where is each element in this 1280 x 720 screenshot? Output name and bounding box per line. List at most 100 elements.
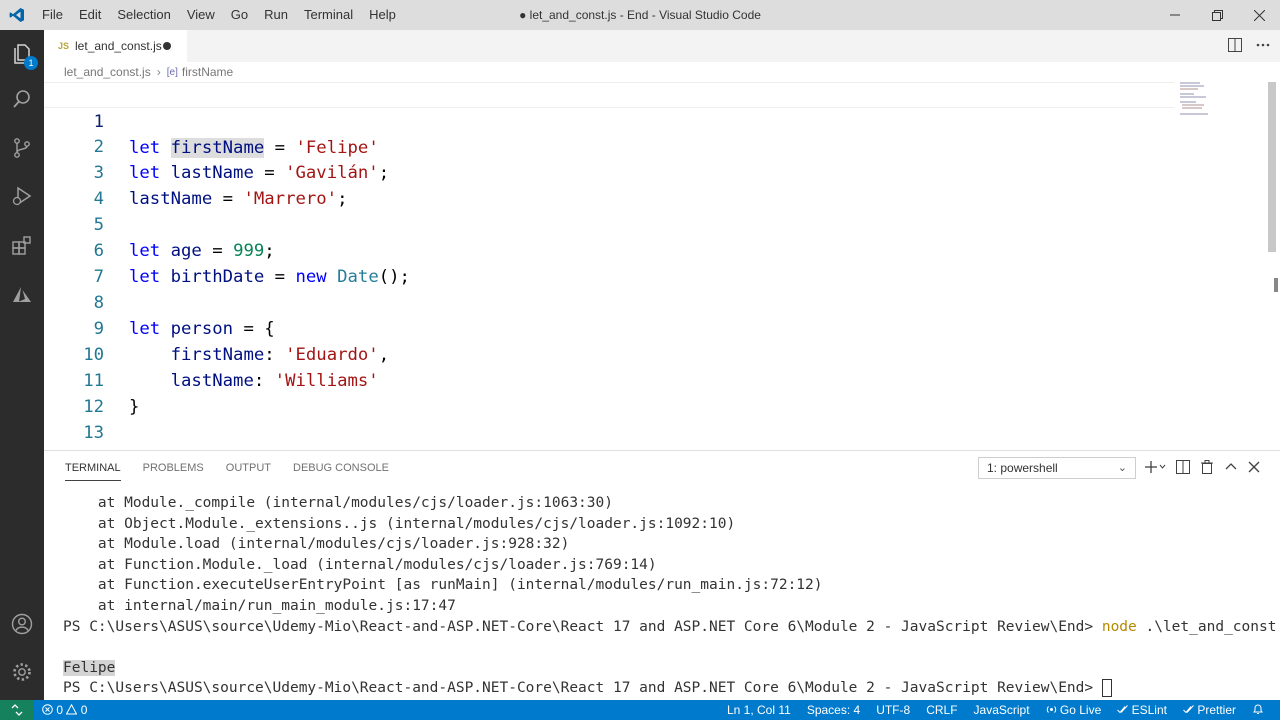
restore-button[interactable]	[1196, 0, 1238, 30]
tab-terminal[interactable]: TERMINAL	[65, 451, 121, 481]
minimap[interactable]	[1178, 82, 1238, 122]
ellipsis-icon	[1256, 43, 1270, 46]
search-button[interactable]	[0, 75, 44, 123]
close-window-button[interactable]	[1238, 0, 1280, 30]
kill-terminal-button[interactable]	[1200, 459, 1214, 477]
new-terminal-button[interactable]	[1144, 460, 1166, 477]
menu-file[interactable]: File	[34, 0, 71, 30]
accounts-button[interactable]	[0, 600, 44, 648]
terminal-select-value: 1: powershell	[987, 461, 1058, 475]
extensions-button[interactable]	[0, 222, 44, 270]
status-bar: 0 0 Ln 1, Col 11 Spaces: 4 UTF-8 CRLF Ja…	[0, 700, 1280, 720]
tab-let-and-const[interactable]: JS let_and_const.js	[44, 30, 187, 62]
code-line: 8 let person = {	[44, 264, 1174, 339]
split-terminal-button[interactable]	[1176, 459, 1190, 477]
split-editor-icon	[1228, 37, 1242, 52]
window-controls	[1154, 0, 1280, 30]
code-line: 9 firstName: 'Eduardo',	[44, 290, 1174, 365]
run-debug-button[interactable]	[0, 172, 44, 220]
source-control-button[interactable]	[0, 124, 44, 172]
minimize-button[interactable]	[1154, 0, 1196, 30]
close-panel-button[interactable]	[1248, 460, 1260, 476]
check-double-icon	[1117, 705, 1129, 714]
terminal-line: at Module._compile (internal/modules/cjs…	[63, 495, 613, 511]
breadcrumb-file[interactable]: let_and_const.js	[64, 65, 151, 79]
menu-selection[interactable]: Selection	[109, 0, 178, 30]
split-editor-button[interactable]	[1228, 37, 1242, 55]
split-terminal-icon	[1176, 459, 1190, 474]
status-bar-left: 0 0	[0, 700, 95, 720]
code-line: 6 let birthDate = new Date();	[44, 212, 1174, 287]
maximize-panel-button[interactable]	[1224, 460, 1238, 477]
code-line: 2 let lastName = 'Gavilán';	[44, 108, 1174, 183]
status-bar-right: Ln 1, Col 11 Spaces: 4 UTF-8 CRLF JavaSc…	[719, 700, 1272, 720]
menu-help[interactable]: Help	[361, 0, 404, 30]
menu-run[interactable]: Run	[256, 0, 296, 30]
close-icon	[1248, 461, 1260, 473]
warning-icon	[66, 703, 78, 715]
eslint-status[interactable]: ESLint	[1109, 700, 1175, 720]
explorer-badge: 1	[24, 56, 38, 70]
breadcrumb: let_and_const.js › [e] firstName	[44, 62, 1280, 82]
eslint-label: ESLint	[1131, 703, 1167, 717]
activity-bar: 1	[0, 30, 44, 700]
error-count: 0	[56, 703, 64, 717]
chevron-up-icon	[1225, 462, 1237, 469]
code-line: 12	[44, 368, 1174, 417]
code-line: 7	[44, 238, 1174, 287]
code-line: 1 let firstName = 'Felipe'	[44, 82, 1174, 158]
broadcast-icon	[1046, 706, 1056, 713]
code-line: 14 return value * 2;	[44, 420, 1174, 450]
menu-go[interactable]: Go	[223, 0, 256, 30]
remote-indicator[interactable]	[0, 700, 34, 720]
editor-scrollbar[interactable]	[1268, 82, 1276, 252]
tab-problems[interactable]: PROBLEMS	[143, 451, 204, 485]
end-of-line[interactable]: CRLF	[918, 700, 965, 720]
terminal-cursor	[1101, 679, 1112, 698]
explorer-button[interactable]: 1	[0, 30, 44, 78]
terminal-line: at Object.Module._extensions..js (intern…	[63, 515, 736, 532]
cursor-position[interactable]: Ln 1, Col 11	[719, 700, 799, 720]
tab-output[interactable]: OUTPUT	[226, 451, 271, 485]
go-live-button[interactable]: Go Live	[1038, 700, 1110, 720]
menu-edit[interactable]: Edit	[71, 0, 109, 30]
indentation[interactable]: Spaces: 4	[799, 700, 868, 720]
problems-status[interactable]: 0 0	[34, 700, 95, 720]
terminal-select[interactable]: 1: powershell ⌄	[978, 457, 1136, 479]
terminal-command: node	[1101, 618, 1137, 635]
feedback-button[interactable]	[1244, 700, 1272, 720]
tab-label: let_and_const.js	[75, 39, 162, 53]
menu-view[interactable]: View	[179, 0, 223, 30]
code-line: 3 lastName = 'Marrero';	[44, 134, 1174, 209]
remote-icon	[11, 704, 23, 716]
terminal-input-line[interactable]: PS C:\Users\ASUS\source\Udemy-Mio\React-…	[63, 678, 1273, 699]
tab-debug-console[interactable]: DEBUG CONSOLE	[293, 451, 389, 485]
prettier-status[interactable]: Prettier	[1175, 700, 1244, 720]
source-control-icon	[14, 138, 30, 158]
terminal-command-line: PS C:\Users\ASUS\source\Udemy-Mio\React-…	[63, 617, 1280, 638]
azure-icon	[13, 287, 31, 302]
terminal-line: at internal/main/run_main_module.js:17:4…	[63, 597, 456, 614]
more-actions-button[interactable]	[1256, 38, 1270, 55]
code-line: 13 let duplicate = function(value){	[44, 394, 1174, 450]
panel-tabs: TERMINAL PROBLEMS OUTPUT DEBUG CONSOLE	[65, 451, 389, 485]
encoding[interactable]: UTF-8	[868, 700, 918, 720]
menu-terminal[interactable]: Terminal	[296, 0, 361, 30]
vscode-logo-icon	[0, 0, 34, 30]
chevron-down-icon: ⌄	[1117, 462, 1127, 474]
manage-button[interactable]	[0, 648, 44, 696]
title-bar: File Edit Selection View Go Run Terminal…	[0, 0, 1280, 30]
terminal-line: at Function.Module._load (internal/modul…	[63, 556, 657, 573]
overview-ruler-marker	[1274, 278, 1278, 292]
unsaved-dot-icon[interactable]	[163, 42, 171, 50]
restore-icon	[1211, 9, 1223, 21]
menu-bar: File Edit Selection View Go Run Terminal…	[34, 0, 404, 30]
terminal-output[interactable]: at Module._compile (internal/modules/cjs…	[63, 493, 1280, 699]
code-editor[interactable]: 1 let firstName = 'Felipe' 2 let lastNam…	[44, 82, 1280, 450]
language-mode[interactable]: JavaScript	[966, 700, 1038, 720]
prettier-label: Prettier	[1197, 703, 1236, 717]
breadcrumb-symbol[interactable]: firstName	[182, 65, 233, 79]
azure-button[interactable]	[0, 271, 44, 319]
terminal-output-text: Felipe	[63, 659, 116, 676]
